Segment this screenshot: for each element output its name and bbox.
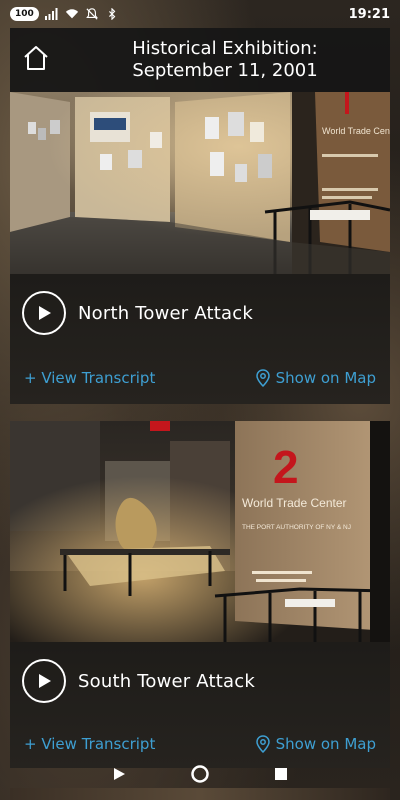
battery-indicator: 100 [10,7,39,21]
gallery-photo-north: World Trade Center [10,92,390,274]
recents-square-icon[interactable] [273,766,289,782]
sign-text-north: World Trade Center [322,126,390,136]
exhibit-image-north[interactable]: World Trade Center [10,92,390,274]
home-button[interactable] [18,40,54,76]
wifi-icon [65,9,78,19]
status-left: 100 [10,7,119,21]
play-row-north: North Tower Attack [10,274,390,352]
gallery-photo-south: 2 World Trade Center THE PORT AUTHORITY … [10,421,390,642]
show-on-map-link-north[interactable]: Show on Map [255,369,376,387]
exhibit-card-north: World Trade Center North Tower Attack + … [10,92,390,404]
home-icon [24,46,48,70]
card-controls-south: South Tower Attack + View Transcript Sho… [10,642,390,768]
page-title: Historical Exhibition: September 11, 200… [60,38,390,82]
page-title-line1: Historical Exhibition: [132,38,318,59]
exhibit-image-south[interactable]: 2 World Trade Center THE PORT AUTHORITY … [10,421,390,642]
card-controls-north: North Tower Attack + View Transcript Sho… [10,274,390,404]
next-card-peek [10,788,390,800]
play-icon [39,306,51,320]
system-nav-bar [0,760,400,788]
show-on-map-label-north: Show on Map [275,369,376,387]
sign-number-south: 2 [273,441,299,493]
status-bar: 100 19:21 [0,0,400,28]
signal-icon [44,8,58,20]
page-title-line2: September 11, 2001 [132,60,318,81]
bluetooth-icon [108,8,116,20]
view-transcript-link-north[interactable]: + View Transcript [24,369,155,387]
home-circle-icon[interactable] [190,764,210,784]
exhibit-card-south: 2 World Trade Center THE PORT AUTHORITY … [10,421,390,768]
link-row-north: + View Transcript Show on Map [10,352,390,404]
play-button-north[interactable] [22,291,66,335]
play-button-south[interactable] [22,659,66,703]
sign-subtext-south: THE PORT AUTHORITY OF NY & NJ [242,524,351,531]
view-transcript-link-south[interactable]: + View Transcript [24,735,155,753]
card-title-south: South Tower Attack [78,670,255,692]
show-on-map-label-south: Show on Map [275,735,376,753]
back-triangle-icon[interactable] [111,766,127,782]
app-header: Historical Exhibition: September 11, 200… [10,28,390,92]
map-pin-icon [255,369,270,387]
sign-text-south: World Trade Center [242,496,347,510]
map-pin-icon [255,735,270,753]
mute-icon [85,8,98,20]
card-title-north: North Tower Attack [78,302,253,324]
play-icon [39,674,51,688]
show-on-map-link-south[interactable]: Show on Map [255,735,376,753]
status-time: 19:21 [348,6,390,22]
play-row-south: South Tower Attack [10,642,390,720]
